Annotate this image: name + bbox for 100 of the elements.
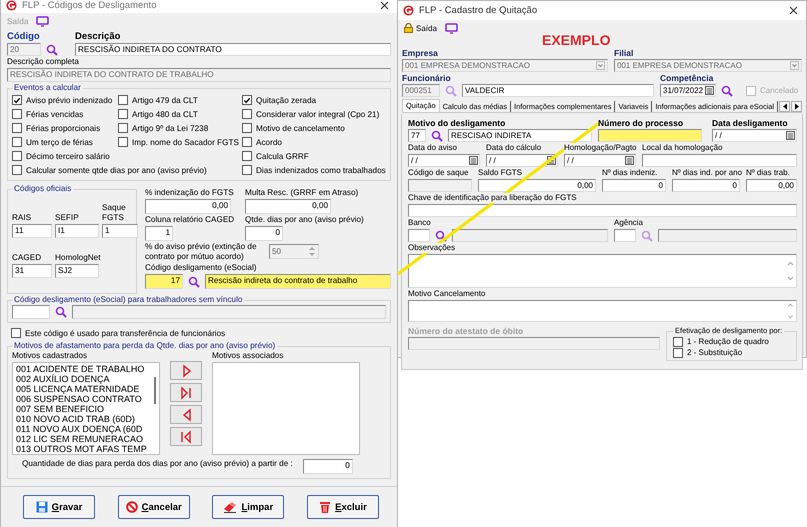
scrollbar-thumb[interactable] [154, 377, 156, 404]
button[interactable]: Excluir [306, 495, 379, 519]
list-item[interactable]: 006 SUSPENSAO CONTRATO [16, 394, 156, 404]
checkbox[interactable]: Considerar valor integral (Cpo 21) [242, 109, 386, 119]
text-field[interactable] [614, 229, 636, 242]
checkbox[interactable]: Quitação zerada [242, 95, 386, 105]
list-item[interactable]: 001 ACIDENTE DE TRABALHO [16, 364, 156, 374]
text-field[interactable] [658, 229, 797, 242]
monitor-icon[interactable] [444, 22, 458, 34]
list-item[interactable]: 002 AUXÍLIO DOENÇA [16, 374, 156, 384]
text-area[interactable] [408, 254, 797, 288]
text-field[interactable]: 17 [145, 274, 183, 289]
exit-button[interactable]: Saída [404, 23, 437, 33]
checkbox[interactable]: Dias indenizados como trabalhados [242, 165, 386, 175]
text-field[interactable] [452, 229, 608, 242]
text-field[interactable] [642, 154, 797, 167]
text-field[interactable]: / / [564, 154, 636, 167]
checkbox[interactable]: Acordo [242, 137, 386, 147]
checkbox[interactable]: 2 - Substituição [673, 347, 792, 358]
text-field[interactable]: / / [486, 154, 558, 167]
text-field[interactable]: 0 [602, 179, 666, 192]
checkbox[interactable]: Artigo 479 da CLT [118, 95, 242, 105]
calendar-icon[interactable] [705, 86, 714, 95]
list-item[interactable]: 012 LIC SEM REMUNERACAO [16, 434, 156, 444]
checkbox[interactable]: Artigo 9º da Lei 7238 [118, 123, 242, 133]
checkbox[interactable]: 1 - Redução de quadro [673, 336, 792, 347]
close-icon[interactable] [380, 1, 389, 10]
text-field[interactable]: 0 [245, 226, 283, 241]
text-field[interactable]: 1 [145, 226, 173, 241]
button[interactable]: Cancelar [118, 495, 190, 519]
text-field[interactable] [408, 204, 797, 217]
text-field[interactable]: / / [408, 154, 480, 167]
calendar-icon[interactable] [786, 131, 795, 140]
checkbox[interactable]: Motivo de cancelamento [242, 123, 386, 133]
checkbox[interactable]: Um terço de férias [12, 137, 118, 147]
calendar-icon[interactable] [469, 156, 478, 165]
search-icon[interactable] [431, 130, 443, 142]
text-field[interactable]: 0,00 [145, 199, 231, 214]
text-field[interactable]: 31 [12, 264, 52, 278]
field-label: Multa Resc. (GRRF em Atraso) [245, 188, 358, 198]
group-title: Eventos a calcular [13, 83, 82, 93]
text-area[interactable] [408, 300, 797, 322]
move-button[interactable] [170, 361, 202, 380]
text-field[interactable] [598, 129, 702, 142]
search-icon[interactable] [435, 230, 447, 242]
checkbox[interactable]: Imp. nome do Sacador FGTS [118, 137, 242, 147]
field-label: Quantidade de dias para perda dos dias por ano (aviso prévio) a partir de : [22, 459, 293, 469]
text-field[interactable]: RESCISAO INDIRETA [448, 129, 592, 142]
search-icon[interactable] [188, 276, 200, 288]
text-field[interactable]: / / [712, 129, 797, 142]
checkbox[interactable]: Aviso prévio indenizado [12, 95, 118, 105]
text-field[interactable]: 0,00 [746, 179, 797, 192]
text-field[interactable]: VALDECIR [462, 84, 654, 97]
text-field[interactable] [72, 305, 386, 319]
checkbox[interactable]: Décimo terceiro salário [12, 151, 118, 161]
text-field[interactable] [408, 229, 430, 242]
calendar-icon[interactable] [625, 156, 634, 165]
checkmark-icon [243, 96, 251, 104]
text-field[interactable]: Rescisão indireta do contrato de trabalho [205, 274, 391, 289]
close-icon[interactable] [789, 6, 798, 15]
text-field[interactable]: 0 [302, 459, 353, 474]
text-field[interactable]: 0 [672, 179, 740, 192]
scroll-arrows-icon[interactable] [787, 303, 794, 319]
text-field[interactable]: 0,00 [245, 199, 331, 214]
checkbox[interactable]: Artigo 480 da CLT [118, 109, 242, 119]
text-field[interactable]: RESCISÃO INDIRETA DO CONTRATO [75, 43, 391, 56]
list-item[interactable]: 011 NOVO AUX DOENÇA (60D [16, 424, 156, 434]
button[interactable]: Limpar [212, 495, 284, 519]
search-icon[interactable] [55, 306, 67, 318]
button[interactable]: Gravar [23, 495, 95, 519]
text-field[interactable] [12, 305, 50, 319]
list-item[interactable]: 013 OUTROS MOT AFAS TEMP [16, 444, 156, 454]
checkbox[interactable]: Férias vencidas [12, 109, 118, 119]
list-box[interactable] [12, 362, 160, 455]
text-field[interactable]: 1 [102, 224, 138, 238]
move-button[interactable] [170, 427, 202, 446]
tab-scroll-button[interactable] [791, 101, 802, 112]
text-field[interactable]: 77 [408, 129, 426, 142]
text-field[interactable]: SJ2 [55, 264, 99, 278]
search-icon[interactable] [46, 44, 58, 56]
list-item[interactable]: 010 NOVO ACID TRAB (60D) [16, 414, 156, 424]
checkbox[interactable]: Calcular somente qtde dias por ano (aviso prévio) [12, 165, 242, 175]
list-item[interactable]: 005 LICENÇA MATERNIDADE [16, 384, 156, 394]
checkbox[interactable]: Este código é usado para transferência de funcionários [11, 328, 391, 338]
text-field[interactable]: 31/07/2022 [660, 84, 716, 97]
checkbox[interactable]: Calcula GRRF [242, 151, 386, 161]
monitor-icon[interactable] [36, 16, 50, 26]
move-button[interactable] [170, 383, 202, 402]
move-button[interactable] [170, 405, 202, 424]
field-label: Nº dias indeniz. [602, 168, 658, 178]
text-field[interactable]: 000251 [402, 84, 440, 97]
text-field[interactable]: 11 [12, 224, 52, 238]
text-field[interactable]: I1 [55, 224, 99, 238]
search-icon[interactable] [445, 84, 457, 96]
text-field[interactable]: 0,00 [478, 179, 596, 192]
search-icon[interactable] [721, 84, 733, 96]
tab-scroll-button[interactable] [779, 101, 790, 112]
list-item[interactable]: 007 SEM BENEFICIO [16, 404, 156, 414]
search-icon[interactable] [641, 230, 653, 242]
checkbox[interactable]: Férias proporcionais [12, 123, 118, 133]
